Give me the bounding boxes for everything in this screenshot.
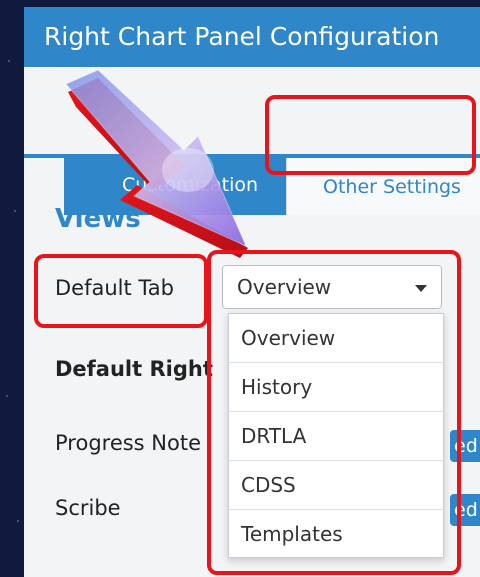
progress-notes-toggle[interactable]: ed	[450, 430, 480, 462]
dropdown-option-templates[interactable]: Templates	[229, 510, 443, 559]
scribe-toggle[interactable]: ed	[450, 494, 480, 526]
progress-notes-label: Progress Note	[55, 431, 202, 455]
scribe-label: Scribe	[55, 496, 121, 520]
section-title-views: Views	[55, 204, 141, 234]
default-right-label: Default Right	[55, 357, 213, 381]
dropdown-option-drtla[interactable]: DRTLA	[229, 412, 443, 461]
chevron-down-icon[interactable]	[415, 285, 427, 292]
default-tab-dropdown: Overview History DRTLA CDSS Templates	[228, 313, 444, 558]
background-star	[6, 395, 8, 397]
default-tab-select[interactable]: Overview	[222, 265, 442, 309]
dropdown-option-history[interactable]: History	[229, 363, 443, 412]
dropdown-option-overview[interactable]: Overview	[229, 314, 443, 363]
tab-bar: Customization Other Settings	[24, 67, 480, 215]
default-tab-label: Default Tab	[55, 276, 174, 300]
panel-title: Right Chart Panel Configuration	[24, 7, 480, 67]
select-value: Overview	[237, 275, 332, 299]
tab-underline	[24, 154, 480, 158]
tab-other-settings[interactable]: Other Settings	[286, 157, 480, 215]
dropdown-option-cdss[interactable]: CDSS	[229, 461, 443, 510]
background-star	[17, 520, 19, 522]
background-star	[14, 210, 16, 212]
background-star	[8, 60, 10, 62]
